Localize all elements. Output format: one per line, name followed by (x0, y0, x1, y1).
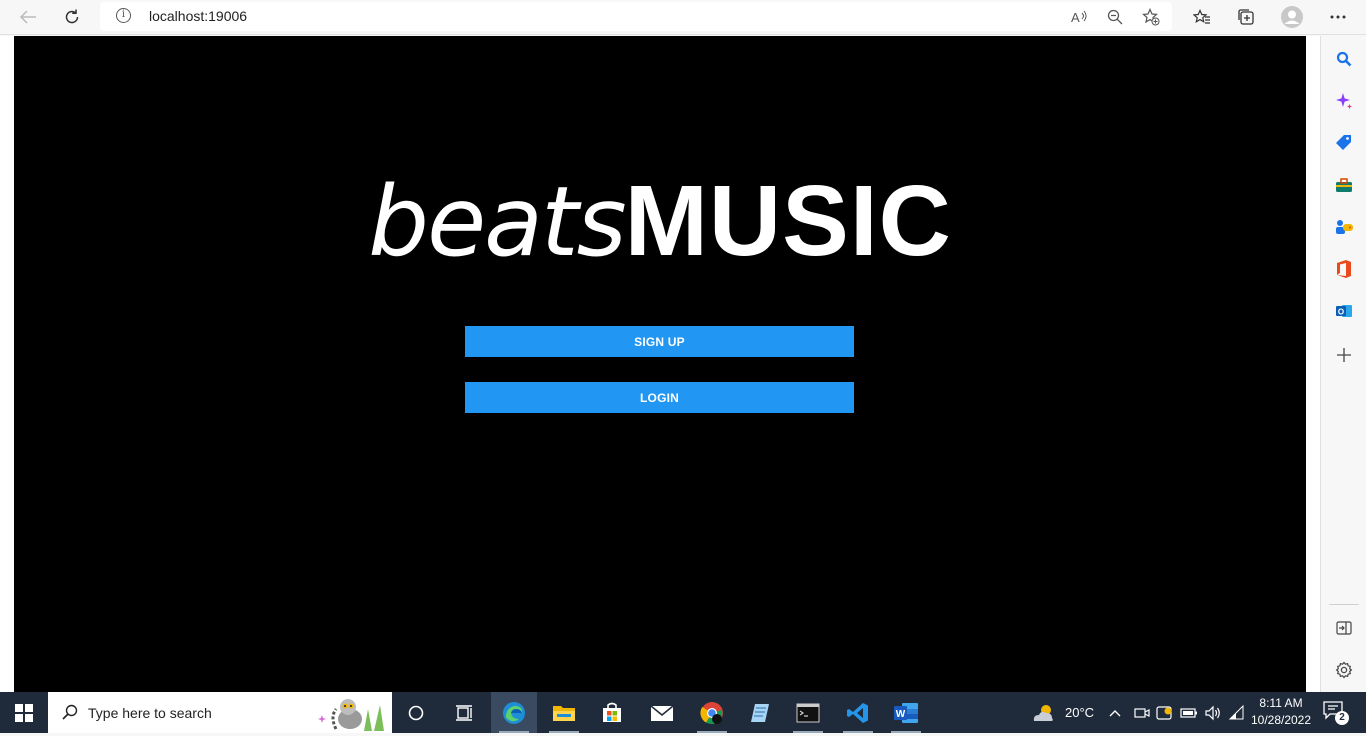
notifications-icon[interactable]: 2 (1322, 700, 1349, 726)
wifi-icon[interactable] (1228, 692, 1246, 733)
favorites-icon[interactable] (1189, 5, 1215, 29)
logo-beats: beats (368, 166, 626, 278)
taskbar-search-box[interactable]: Type here to search (48, 692, 392, 733)
office-icon[interactable] (1333, 258, 1355, 280)
show-hidden-icons[interactable] (1108, 692, 1122, 733)
svg-text:A: A (1071, 10, 1080, 25)
windows-taskbar: Type here to search W 20°C 8:11 AM 10/28… (0, 692, 1366, 733)
chrome-icon[interactable] (689, 692, 735, 733)
games-icon[interactable] (1333, 216, 1355, 238)
address-bar[interactable]: i localhost:19006 A (100, 2, 1172, 31)
svg-text:W: W (896, 709, 906, 720)
volume-icon[interactable] (1204, 692, 1222, 733)
edge-taskbar-icon[interactable] (491, 692, 537, 733)
address-url[interactable]: localhost:19006 (149, 8, 247, 24)
browser-toolbar: i localhost:19006 A (0, 0, 1366, 35)
settings-gear-icon[interactable] (1333, 659, 1355, 681)
more-options-icon[interactable] (1325, 5, 1351, 29)
svg-text:O: O (1338, 308, 1344, 317)
word-icon[interactable]: W (883, 692, 929, 733)
scrollbar-gutter[interactable] (1306, 36, 1320, 692)
read-aloud-icon[interactable]: A (1068, 6, 1090, 28)
profile-avatar-icon[interactable] (1279, 5, 1305, 29)
sidebar-divider (1329, 604, 1359, 605)
taskbar-clock[interactable]: 8:11 AM 10/28/2022 (1248, 695, 1314, 729)
refresh-icon[interactable] (59, 5, 85, 29)
search-icon (62, 704, 78, 720)
search-placeholder[interactable]: Type here to search (88, 705, 212, 721)
logo-music: MUSIC (624, 165, 952, 277)
battery-icon[interactable] (1180, 692, 1198, 733)
edge-sidebar: O (1320, 36, 1366, 692)
search-highlight-lemur-icon (314, 695, 390, 731)
clock-date: 10/28/2022 (1250, 713, 1312, 727)
collections-icon[interactable] (1233, 5, 1259, 29)
outlook-icon[interactable]: O (1333, 300, 1355, 322)
search-icon[interactable] (1333, 48, 1355, 70)
login-button[interactable]: LOGIN (465, 382, 854, 413)
weather-widget[interactable]: 20°C (1031, 692, 1094, 733)
weather-cloud-icon (1033, 704, 1053, 721)
start-button[interactable] (0, 692, 48, 733)
app-logo: beatsMUSIC (14, 164, 1306, 279)
notification-count-badge: 2 (1335, 711, 1349, 725)
add-favorite-icon[interactable] (1140, 6, 1162, 28)
clock-time: 8:11 AM (1259, 696, 1303, 710)
hide-sidebar-icon[interactable] (1333, 617, 1355, 639)
discover-sparkle-icon[interactable] (1333, 90, 1355, 112)
tools-toolbox-icon[interactable] (1333, 174, 1355, 196)
device-security-icon[interactable] (1156, 692, 1174, 733)
add-icon[interactable] (1333, 344, 1355, 366)
sign-up-button[interactable]: SIGN UP (465, 326, 854, 357)
zoom-out-icon[interactable] (1104, 6, 1126, 28)
vscode-icon[interactable] (835, 692, 881, 733)
notepad-icon[interactable] (737, 692, 783, 733)
mail-icon[interactable] (639, 692, 685, 733)
back-icon[interactable] (15, 5, 41, 29)
app-viewport: beatsMUSIC SIGN UP LOGIN (14, 36, 1306, 692)
site-info-icon[interactable]: i (116, 8, 131, 23)
left-gutter (0, 36, 14, 692)
windows-logo-icon (15, 703, 33, 722)
shopping-tag-icon[interactable] (1333, 132, 1355, 154)
meet-now-icon[interactable] (1134, 692, 1150, 733)
command-prompt-icon[interactable] (785, 692, 831, 733)
file-explorer-icon[interactable] (541, 692, 587, 733)
microsoft-store-icon[interactable] (589, 692, 635, 733)
task-view-icon[interactable] (441, 692, 487, 733)
weather-temperature: 20°C (1065, 705, 1095, 720)
cortana-icon[interactable] (393, 692, 439, 733)
